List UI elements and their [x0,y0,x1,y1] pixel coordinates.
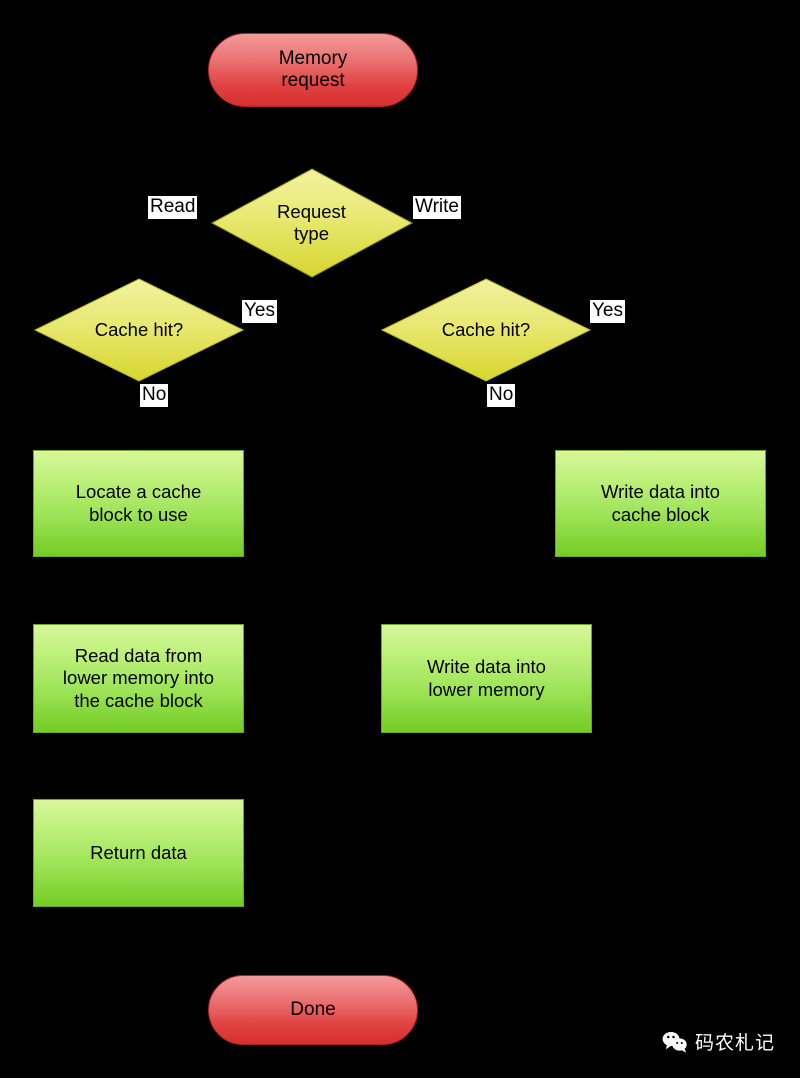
node-read-lower-memory-line3: the cache block [74,689,203,711]
connector-request-type-to-cache-hit-read [138,210,140,280]
connector-locate-to-read-lower [138,557,140,624]
connector-write-cache-block-down [659,557,661,677]
node-request-type[interactable]: Request type [209,167,414,279]
node-done[interactable]: Done [208,975,418,1045]
connector-read-lower-to-return-data [138,733,140,799]
node-write-cache-block-line1: Write data into [601,480,720,502]
node-write-lower-memory-label: Write data into lower memory [427,656,546,701]
node-write-cache-block-line2: cache block [611,503,710,525]
node-write-lower-memory[interactable]: Write data into lower memory [381,624,592,733]
node-cache-hit-read[interactable]: Cache hit? [33,277,245,383]
node-write-cache-block-label: Write data into cache block [601,481,720,526]
watermark-text: 码农札记 [695,1032,776,1054]
node-memory-request-line1: Memory [278,47,348,69]
node-write-lower-memory-line2: lower memory [428,678,545,700]
edge-label-no-read: No [140,384,169,407]
request-type-diamond-shape [210,168,414,278]
connector-write-lower-to-done [485,733,487,977]
node-write-cache-block[interactable]: Write data into cache block [555,450,766,557]
node-read-lower-memory-label: Read data from lower memory into the cac… [63,645,214,713]
connector-cache-hit-write-yes-to-write-cache-block [659,330,661,450]
connector-cache-hit-write-no-to-write-lower [485,382,487,624]
node-locate-cache-block-line1: Locate a cache [75,480,202,502]
cache-hit-read-diamond-shape [33,278,245,382]
node-read-lower-memory-line2: lower memory into [62,667,215,689]
node-return-data-label: Return data [90,841,187,863]
node-memory-request[interactable]: Memory request [208,33,418,107]
node-read-lower-memory[interactable]: Read data from lower memory into the cac… [33,624,244,733]
connector-start-to-request-type [311,105,313,167]
node-memory-request-label: Memory request [279,48,348,93]
cache-hit-write-diamond-shape [380,278,592,382]
connector-request-type-to-cache-hit-write [485,210,487,280]
node-done-label: Done [290,998,336,1020]
node-read-lower-memory-line1: Read data from [74,644,203,666]
connector-return-data-to-done [138,907,140,977]
edge-label-yes-write: Yes [590,300,625,323]
flowchart-canvas: Memory request Request type Read Write C… [0,0,800,1078]
node-write-lower-memory-line1: Write data into [427,655,546,677]
node-locate-cache-block-label: Locate a cache block to use [76,481,201,526]
edge-label-no-write: No [487,384,516,407]
node-locate-cache-block-line2: block to use [89,503,188,525]
node-cache-hit-write[interactable]: Cache hit? [380,277,592,383]
edge-label-yes-read: Yes [242,300,277,323]
edge-label-read: Read [148,196,198,219]
node-memory-request-line2: request [281,70,345,91]
node-locate-cache-block[interactable]: Locate a cache block to use [33,450,244,557]
edge-label-write: Write [413,196,461,219]
watermark: 码农札记 [662,1028,775,1055]
node-return-data[interactable]: Return data [33,799,244,907]
wechat-icon [662,1031,688,1053]
